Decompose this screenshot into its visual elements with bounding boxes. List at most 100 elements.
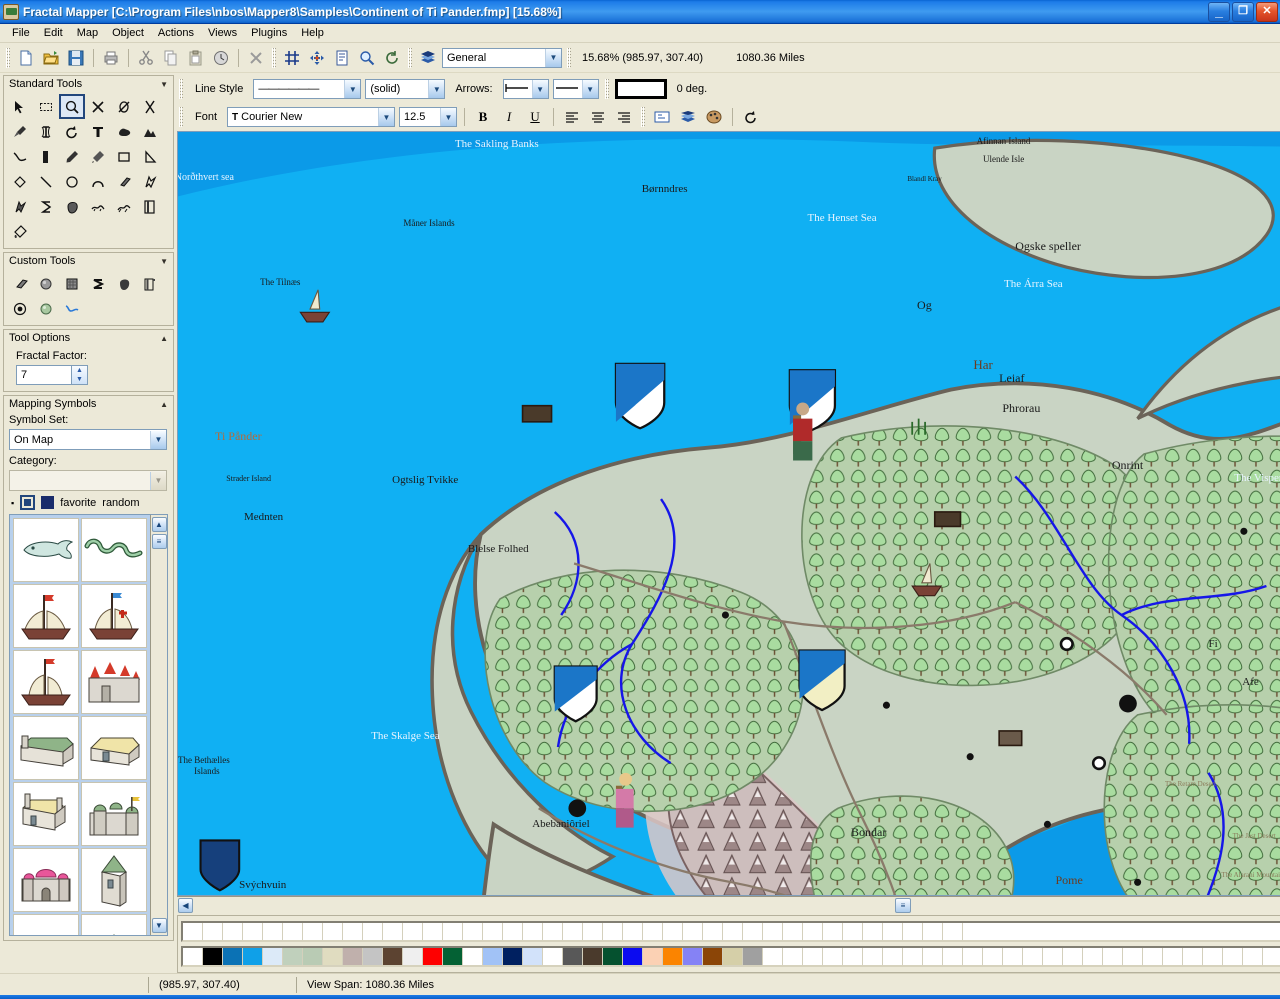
- menu-item-edit[interactable]: Edit: [37, 25, 70, 41]
- menu-item-views[interactable]: Views: [201, 25, 244, 41]
- dark-blob-tool[interactable]: [111, 271, 137, 296]
- palette-empty-cell[interactable]: [903, 948, 923, 965]
- palette-empty-cell[interactable]: [1143, 948, 1163, 965]
- map-scroll-thumb-h[interactable]: ≡: [895, 898, 911, 913]
- maximize-button[interactable]: ❐: [1232, 2, 1254, 22]
- palette-color-swatch[interactable]: [343, 948, 363, 965]
- rectangle-tool[interactable]: [111, 144, 137, 169]
- palette-empty-cell[interactable]: [923, 948, 943, 965]
- page-tool[interactable]: [137, 194, 163, 219]
- palette-empty-cell[interactable]: [523, 923, 543, 940]
- palette-color-swatch[interactable]: [383, 948, 403, 965]
- palette-empty-cell[interactable]: [983, 948, 1003, 965]
- palette-empty-cell[interactable]: [243, 923, 263, 940]
- palette-empty-cell[interactable]: [463, 923, 483, 940]
- align-left-button[interactable]: [561, 106, 583, 128]
- palette-color-swatch[interactable]: [723, 948, 743, 965]
- toolbar-grip[interactable]: [641, 107, 645, 127]
- palette-color-swatch[interactable]: [203, 948, 223, 965]
- palette-empty-cell[interactable]: [603, 923, 623, 940]
- palette-color-swatch[interactable]: [443, 948, 463, 965]
- paint-tool[interactable]: [85, 144, 111, 169]
- collapse-caret-icon[interactable]: ▼: [160, 257, 168, 266]
- palette-empty-cell[interactable]: [1043, 948, 1063, 965]
- pattern-square-tool[interactable]: [59, 271, 85, 296]
- palette-empty-cell[interactable]: [663, 923, 683, 940]
- stepper-up-icon[interactable]: ▲: [72, 366, 87, 375]
- save-file-button[interactable]: [65, 47, 87, 69]
- rectangle-fill-tool[interactable]: [33, 144, 59, 169]
- palette-empty-cell[interactable]: [623, 923, 643, 940]
- palette-empty-cell[interactable]: [783, 923, 803, 940]
- font-family-select[interactable]: T Courier New ▼: [227, 107, 395, 127]
- menu-item-map[interactable]: Map: [70, 25, 105, 41]
- palette-color-swatch[interactable]: [503, 948, 523, 965]
- palette-color-swatch[interactable]: [643, 948, 663, 965]
- text-tool[interactable]: [85, 119, 111, 144]
- fractal-factor-stepper[interactable]: ▲ ▼: [72, 365, 88, 385]
- palette-color-swatch[interactable]: [423, 948, 443, 965]
- toolbar-grip[interactable]: [272, 48, 276, 68]
- green-hill-symbol[interactable]: [81, 914, 147, 936]
- road-tool[interactable]: [111, 194, 137, 219]
- menu-item-object[interactable]: Object: [105, 25, 151, 41]
- symbol-list[interactable]: ▲ ≡ ▼: [9, 514, 168, 936]
- palette-empty-cell[interactable]: [803, 948, 823, 965]
- palette-color-swatch[interactable]: [743, 948, 763, 965]
- underline-button[interactable]: U: [524, 106, 546, 128]
- triangle-tool[interactable]: [137, 144, 163, 169]
- palette-color-row[interactable]: [181, 946, 1280, 967]
- palette-color-swatch[interactable]: [603, 948, 623, 965]
- tool-options-header[interactable]: Tool Options ▲: [4, 330, 173, 346]
- ellipse-tool[interactable]: [59, 169, 85, 194]
- zoom-in-button[interactable]: [356, 47, 378, 69]
- layer-select[interactable]: General ▼: [442, 48, 562, 68]
- palette-empty-cell[interactable]: [643, 923, 663, 940]
- marquee-select-tool[interactable]: [33, 94, 59, 119]
- custom-tools-header[interactable]: Custom Tools ▼: [4, 253, 173, 269]
- palette-empty-cell[interactable]: [1263, 948, 1280, 965]
- random-label[interactable]: random: [102, 497, 139, 509]
- arrow-end-select[interactable]: ▼: [553, 79, 599, 99]
- stepper-down-icon[interactable]: ▼: [72, 375, 87, 384]
- palette-empty-cell[interactable]: [783, 948, 803, 965]
- palette-empty-cell[interactable]: [383, 923, 403, 940]
- palette-empty-cell[interactable]: [863, 948, 883, 965]
- palette-empty-cell[interactable]: [1243, 948, 1263, 965]
- cut-button[interactable]: [135, 47, 157, 69]
- palette-empty-cell[interactable]: [1003, 948, 1023, 965]
- blue-squiggle-tool[interactable]: [59, 296, 85, 321]
- palette-empty-cell[interactable]: [563, 923, 583, 940]
- collapse-caret-icon[interactable]: ▼: [160, 80, 168, 89]
- palette-color-swatch[interactable]: [263, 948, 283, 965]
- mountain-tool[interactable]: [137, 119, 163, 144]
- palette-empty-cell[interactable]: [323, 923, 343, 940]
- palette-empty-cell[interactable]: [883, 923, 903, 940]
- palette-color-swatch[interactable]: [583, 948, 603, 965]
- palette-empty-cell[interactable]: [203, 923, 223, 940]
- map-viewport[interactable]: The Sakling BanksNorðthvert seaBørnndres…: [177, 131, 1280, 896]
- collapse-caret-icon[interactable]: ▲: [160, 400, 168, 409]
- layers-button[interactable]: [417, 47, 439, 69]
- scroll-up-icon[interactable]: ▲: [152, 517, 167, 532]
- blob-tool[interactable]: [111, 119, 137, 144]
- close-button[interactable]: ✕: [1256, 2, 1278, 22]
- palette-empty-cell[interactable]: [263, 923, 283, 940]
- palette-top-row[interactable]: [181, 921, 1280, 942]
- palette-color-swatch[interactable]: [543, 948, 563, 965]
- italic-button[interactable]: I: [498, 106, 520, 128]
- yellow-roof-manor-symbol[interactable]: [13, 782, 79, 846]
- palette-empty-cell[interactable]: [803, 923, 823, 940]
- delete-button[interactable]: [245, 47, 267, 69]
- palette-empty-cell[interactable]: [763, 923, 783, 940]
- symbol-size-large-button[interactable]: [41, 496, 54, 509]
- palette-color-swatch[interactable]: [403, 948, 423, 965]
- palette-color-swatch[interactable]: [323, 948, 343, 965]
- select-arrow-tool[interactable]: [7, 94, 33, 119]
- parallelogram-tool[interactable]: [111, 169, 137, 194]
- green-roof-tower-symbol[interactable]: [81, 848, 147, 912]
- palette-color-swatch[interactable]: [563, 948, 583, 965]
- scale-tool[interactable]: [85, 94, 111, 119]
- palette-empty-cell[interactable]: [503, 923, 523, 940]
- align-center-button[interactable]: [587, 106, 609, 128]
